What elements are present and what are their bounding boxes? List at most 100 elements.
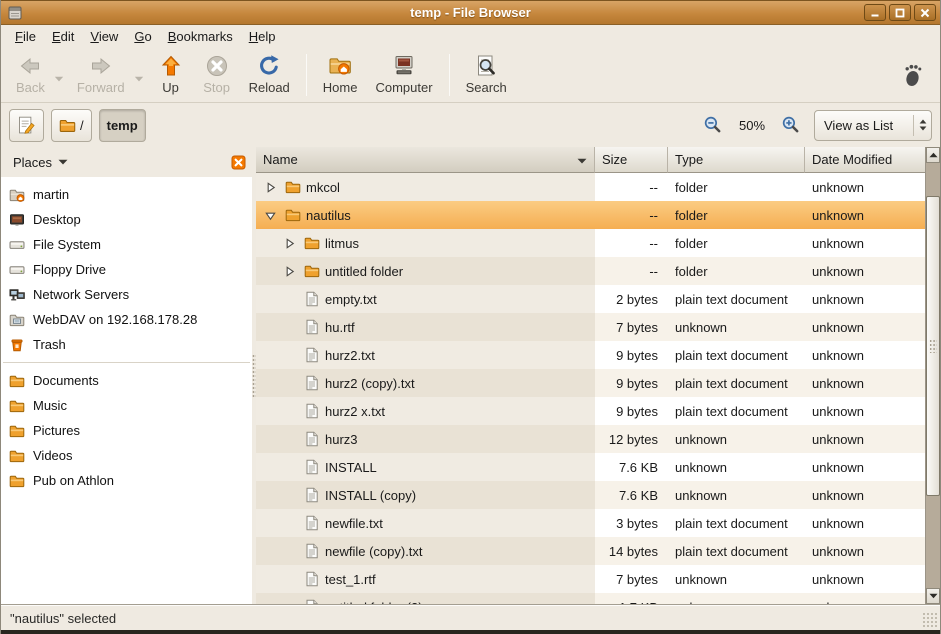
sidebar-item-label: Trash: [33, 337, 66, 352]
file-row-hurz2-x-txt[interactable]: hurz2 x.txt9 bytesplain text documentunk…: [256, 397, 925, 425]
home-button[interactable]: Home: [314, 50, 367, 99]
maximize-button[interactable]: [889, 4, 911, 21]
pane-splitter[interactable]: [252, 147, 256, 604]
file-date-modified: unknown: [805, 173, 925, 201]
window-title: temp - File Browser: [1, 5, 940, 20]
file-row-hurz2-copy-txt[interactable]: hurz2 (copy).txt9 bytesplain text docume…: [256, 369, 925, 397]
maximize-icon: [894, 8, 906, 18]
expander-collapsed-icon[interactable]: [261, 181, 280, 194]
vertical-scrollbar[interactable]: [925, 147, 940, 604]
sidebar-item-file-system[interactable]: File System: [1, 232, 252, 257]
file-size: 7.6 KB: [595, 481, 668, 509]
text-file-icon: [304, 403, 320, 419]
computer-button[interactable]: Computer: [366, 50, 441, 99]
content-area: Places martinDesktopFile SystemFloppy Dr…: [1, 147, 940, 605]
trash-icon: [9, 337, 25, 353]
close-button[interactable]: [914, 4, 936, 21]
close-sidebar-button[interactable]: [231, 155, 246, 170]
file-list-rows: mkcol--folderunknownnautilus--folderunkn…: [256, 173, 925, 604]
expander-collapsed-icon[interactable]: [280, 237, 299, 250]
view-selector-value: View as List: [815, 118, 913, 133]
file-row-install-copy-[interactable]: INSTALL (copy)7.6 KBunknownunknown: [256, 481, 925, 509]
file-row-hurz2-txt[interactable]: hurz2.txt9 bytesplain text documentunkno…: [256, 341, 925, 369]
view-selector[interactable]: View as List: [814, 110, 932, 141]
file-row-hu-rtf[interactable]: hu.rtf7 bytesunknownunknown: [256, 313, 925, 341]
file-size: --: [595, 173, 668, 201]
file-size: 9 bytes: [595, 369, 668, 397]
expander-expanded-icon[interactable]: [261, 209, 280, 222]
column-header-name[interactable]: Name: [256, 147, 595, 173]
menu-bookmarks[interactable]: Bookmarks: [160, 27, 241, 46]
text-file-icon: [304, 487, 320, 503]
sidebar-item-label: Pictures: [33, 423, 80, 438]
titlebar[interactable]: temp - File Browser: [1, 0, 940, 25]
sidebar-item-desktop[interactable]: Desktop: [1, 207, 252, 232]
sidebar-item-trash[interactable]: Trash: [1, 332, 252, 357]
zoom-in-button[interactable]: [781, 115, 801, 135]
menu-go[interactable]: Go: [126, 27, 159, 46]
file-name: litmus: [325, 236, 359, 251]
sidebar-item-martin[interactable]: martin: [1, 182, 252, 207]
file-row-hurz3[interactable]: hurz312 bytesunknownunknown: [256, 425, 925, 453]
column-header-date-modified[interactable]: Date Modified: [805, 147, 925, 173]
expander-collapsed-icon[interactable]: [280, 265, 299, 278]
sidebar-item-floppy-drive[interactable]: Floppy Drive: [1, 257, 252, 282]
zoom-out-button[interactable]: [703, 115, 723, 135]
sidebar-item-label: WebDAV on 192.168.178.28: [33, 312, 197, 327]
scroll-down-button[interactable]: [926, 588, 940, 604]
file-size: --: [595, 257, 668, 285]
sidebar-item-webdav-on-192-168-178-28[interactable]: WebDAV on 192.168.178.28: [1, 307, 252, 332]
column-header-size[interactable]: Size: [595, 147, 668, 173]
path-button-current[interactable]: temp: [99, 109, 146, 142]
up-button[interactable]: Up: [148, 50, 194, 99]
toolbar-button-label: Search: [466, 80, 507, 95]
minimize-button[interactable]: [864, 4, 886, 21]
path-root-label: /: [80, 118, 84, 133]
menu-view[interactable]: View: [82, 27, 126, 46]
sidebar-item-music[interactable]: Music: [1, 393, 252, 418]
file-row-empty-txt[interactable]: empty.txt2 bytesplain text documentunkno…: [256, 285, 925, 313]
file-row-newfile-txt[interactable]: newfile.txt3 bytesplain text documentunk…: [256, 509, 925, 537]
file-name: hu.rtf: [325, 320, 355, 335]
folder-icon: [9, 423, 25, 439]
file-row-mkcol[interactable]: mkcol--folderunknown: [256, 173, 925, 201]
file-type: folder: [668, 229, 805, 257]
menu-file[interactable]: File: [7, 27, 44, 46]
folder-icon: [285, 179, 301, 195]
reload-button[interactable]: Reload: [240, 50, 299, 99]
file-name: newfile.txt: [325, 516, 383, 531]
file-name: INSTALL: [325, 460, 377, 475]
edit-location-button[interactable]: [9, 109, 44, 142]
file-name: hurz3: [325, 432, 358, 447]
menu-edit[interactable]: Edit: [44, 27, 82, 46]
file-size: 9 bytes: [595, 341, 668, 369]
file-size: 14 bytes: [595, 537, 668, 565]
file-row-test-1-rtf[interactable]: test_1.rtf7 bytesunknownunknown: [256, 565, 925, 593]
search-button[interactable]: Search: [457, 50, 516, 99]
folder-icon: [9, 373, 25, 389]
resize-grip[interactable]: [922, 612, 938, 628]
menu-help[interactable]: Help: [241, 27, 284, 46]
text-file-icon: [304, 459, 320, 475]
file-row-install[interactable]: INSTALL7.6 KBunknownunknown: [256, 453, 925, 481]
column-header-type[interactable]: Type: [668, 147, 805, 173]
sidebar-item-pictures[interactable]: Pictures: [1, 418, 252, 443]
places-selector[interactable]: Places: [7, 153, 74, 172]
file-size: 7 bytes: [595, 313, 668, 341]
file-row-litmus[interactable]: litmus--folderunknown: [256, 229, 925, 257]
file-row-untitled-folder[interactable]: untitled folder--folderunknown: [256, 257, 925, 285]
sidebar-item-videos[interactable]: Videos: [1, 443, 252, 468]
sidebar-item-documents[interactable]: Documents: [1, 368, 252, 393]
folder-icon: [59, 117, 76, 134]
sidebar-item-network-servers[interactable]: Network Servers: [1, 282, 252, 307]
path-button-root[interactable]: /: [51, 109, 92, 142]
scroll-up-button[interactable]: [926, 147, 940, 163]
scrollbar-thumb[interactable]: [926, 196, 940, 496]
file-row-nautilus[interactable]: nautilus--folderunknown: [256, 201, 925, 229]
file-name: test_1.rtf: [325, 572, 376, 587]
sidebar-item-pub-on-athlon[interactable]: Pub on Athlon: [1, 468, 252, 493]
file-row-newfile-copy-txt[interactable]: newfile (copy).txt14 bytesplain text doc…: [256, 537, 925, 565]
file-row-untitled-folder-2-[interactable]: untitled folder (2)1.7 KBunknownunknown: [256, 593, 925, 604]
forward-button: Forward: [68, 50, 134, 99]
file-name: INSTALL (copy): [325, 488, 416, 503]
